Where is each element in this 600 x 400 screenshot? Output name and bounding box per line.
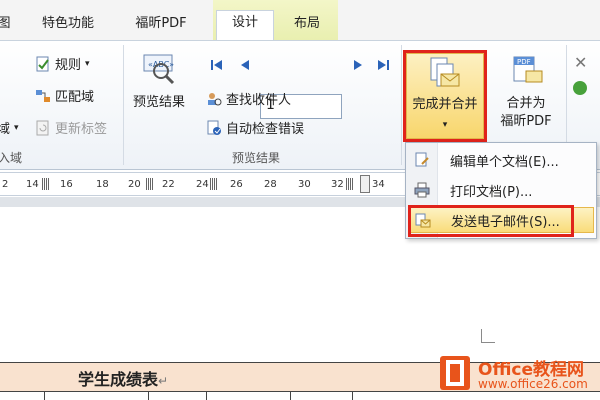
ruler-number: 24: [196, 179, 209, 190]
partial-status-icon: [573, 81, 587, 95]
preview-results-icon: «ABC»: [142, 51, 176, 89]
ruler-number: 28: [264, 179, 277, 190]
ruler-column-marker[interactable]: [42, 178, 50, 190]
ruler-indent-marker[interactable]: [360, 175, 370, 193]
printer-icon: [414, 182, 430, 198]
find-recipient-button[interactable]: 查找收件人: [206, 89, 291, 108]
ruler-column-marker[interactable]: [210, 178, 218, 190]
insert-field-label: 域: [0, 122, 11, 137]
auto-check-errors-button[interactable]: 自动检查错误: [206, 118, 304, 137]
auto-check-errors-label: 自动检查错误: [226, 122, 305, 137]
preview-results-label: 预览结果: [132, 95, 185, 110]
ruler-number: 14: [26, 179, 39, 190]
paragraph-mark: ↵: [158, 374, 169, 388]
page-margin-corner-mark: [481, 329, 495, 343]
ruler-number: 32: [331, 179, 344, 190]
first-record-icon[interactable]: [210, 58, 224, 72]
merge-to-label-line2: 福昕PDF: [500, 114, 552, 129]
chevron-down-icon: ▾: [14, 122, 19, 133]
group-label-insert-fields: 入域: [0, 151, 23, 165]
site-watermark: Office教程网 www.office26.com: [436, 352, 600, 400]
tab-design[interactable]: 设计: [216, 10, 274, 41]
update-labels-button[interactable]: 更新标签: [35, 118, 107, 137]
tab-foxit-pdf[interactable]: 福昕PDF: [122, 12, 200, 40]
update-labels-label: 更新标签: [55, 122, 108, 137]
merge-to-pdf-icon: PDF: [510, 53, 544, 91]
menu-item-label: 编辑单个文档(E)...: [450, 154, 559, 170]
table-column-line: [290, 392, 291, 400]
tab-special-features[interactable]: 特色功能: [30, 12, 106, 40]
ruler-number: 2: [2, 179, 9, 190]
tab-layout[interactable]: 布局: [278, 12, 336, 40]
insert-field-button-partial[interactable]: 域 ▾: [0, 118, 19, 137]
rules-icon: [35, 56, 51, 72]
tab-partial[interactable]: 图: [0, 12, 14, 40]
close-icon[interactable]: ✕: [574, 53, 587, 72]
rules-label: 规则: [55, 58, 82, 73]
menu-item-edit-individual-documents[interactable]: 编辑单个文档(E)...: [408, 147, 594, 173]
match-fields-icon: [35, 88, 51, 104]
highlight-box-finish-merge: [403, 50, 487, 142]
update-labels-icon: [35, 120, 51, 136]
find-recipient-label: 查找收件人: [226, 93, 292, 108]
table-column-line: [44, 392, 45, 400]
ruler-number: 22: [162, 179, 175, 190]
match-fields-button[interactable]: 匹配域: [35, 86, 94, 105]
preview-results-button[interactable]: «ABC» 预览结果: [128, 49, 190, 129]
ruler-number: 26: [230, 179, 243, 190]
ruler-number: 20: [128, 179, 141, 190]
ribbon-tab-bar: 图 特色功能 福昕PDF 设计 布局: [0, 0, 600, 41]
ruler-number: 16: [60, 179, 73, 190]
ruler-column-marker[interactable]: [346, 178, 354, 190]
rules-button[interactable]: 规则 ▾: [35, 54, 90, 73]
menu-item-label: 打印文档(P)...: [450, 184, 533, 200]
svg-text:PDF: PDF: [517, 58, 531, 66]
ruler-number: 30: [298, 179, 311, 190]
ruler-number: 34: [372, 179, 385, 190]
previous-record-icon[interactable]: [238, 58, 252, 72]
auto-check-errors-icon: [206, 120, 222, 136]
last-record-icon[interactable]: [376, 58, 390, 72]
highlight-box-send-email: [408, 205, 574, 237]
merge-to-foxit-pdf-button[interactable]: PDF 合并为 福昕PDF: [492, 51, 560, 137]
menu-item-print-documents[interactable]: 打印文档(P)...: [408, 177, 594, 203]
match-fields-label: 匹配域: [55, 90, 95, 105]
group-separator: [123, 45, 124, 165]
table-column-line: [352, 392, 353, 400]
next-record-icon[interactable]: [351, 58, 365, 72]
ruler-column-marker[interactable]: [146, 178, 154, 190]
group-label-preview-results: 预览结果: [232, 151, 281, 165]
ruler-number: 18: [96, 179, 109, 190]
office-logo-icon: [440, 356, 470, 390]
find-recipient-icon: [206, 91, 222, 107]
watermark-url: www.office26.com: [478, 377, 588, 391]
table-column-line: [206, 392, 207, 400]
table-column-line: [148, 392, 149, 400]
edit-documents-icon: [414, 152, 430, 168]
chevron-down-icon: ▾: [85, 58, 90, 69]
table-title-text: 学生成绩表: [78, 370, 159, 389]
group-separator: [401, 45, 402, 165]
table-title[interactable]: 学生成绩表↵: [78, 366, 168, 390]
merge-to-label-line1: 合并为: [506, 96, 546, 111]
